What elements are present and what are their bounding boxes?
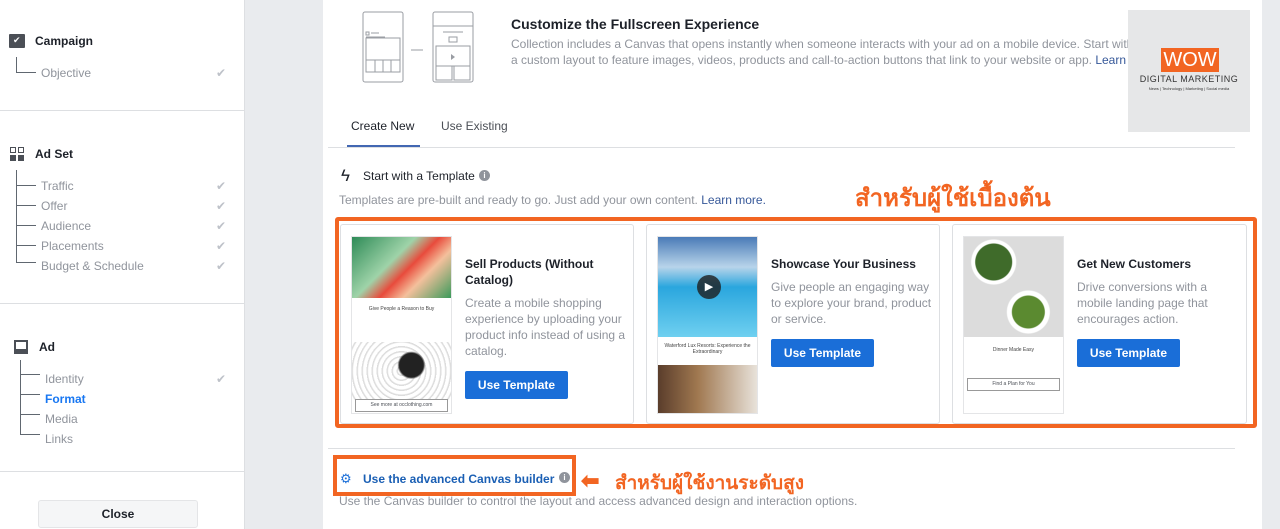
card-title: Get New Customers xyxy=(1077,257,1192,271)
template-desc-text: Templates are pre-built and ready to go.… xyxy=(339,193,698,207)
check-icon: ✔ xyxy=(216,372,227,386)
use-template-button[interactable]: Use Template xyxy=(465,371,568,399)
card-description: Drive conversions with a mobile landing … xyxy=(1077,280,1208,326)
template-card-get-new-customers: Dinner Made Easy Find a Plan for You Get… xyxy=(952,224,1247,424)
wow-logo: WOW DIGITAL MARKETING News | Technology … xyxy=(1128,10,1250,132)
tree-line xyxy=(20,360,21,434)
divider xyxy=(0,471,245,472)
tree-line xyxy=(16,170,17,263)
sidebar-item-traffic[interactable]: Traffic xyxy=(41,179,74,193)
campaign-icon: ✔ xyxy=(9,34,25,48)
page-title: Customize the Fullscreen Experience xyxy=(511,16,760,32)
section-title-campaign: Campaign xyxy=(35,34,94,48)
logo-line2: News | Technology | Marketing | Social m… xyxy=(1148,86,1230,91)
tab-create-new[interactable]: Create New xyxy=(351,119,414,133)
divider xyxy=(0,303,245,304)
template-thumbnail: Dinner Made Easy Find a Plan for You xyxy=(963,236,1064,414)
sidebar-item-format[interactable]: Format xyxy=(45,392,86,406)
sidebar-item-budget-schedule[interactable]: Budget & Schedule xyxy=(41,259,144,273)
header-desc-line: Collection includes a Canvas that opens … xyxy=(511,37,1134,51)
sidebar: ✔ Campaign Objective ✔ Ad Set Traffic Of… xyxy=(0,0,245,529)
advanced-description: Use the Canvas builder to control the la… xyxy=(339,494,858,508)
beginner-annotation: สำหรับผู้ใช้เบื้องต้น xyxy=(855,184,1051,212)
tree-line xyxy=(16,72,36,73)
thumb-title: Dinner Made Easy xyxy=(992,347,1035,353)
sidebar-item-offer[interactable]: Offer xyxy=(41,199,67,213)
check-icon: ✔ xyxy=(216,259,227,273)
info-icon[interactable]: i xyxy=(559,472,570,483)
tree-line xyxy=(16,57,17,73)
card-title: Showcase Your Business xyxy=(771,257,916,271)
logo-line1: DIGITAL MARKETING xyxy=(1139,74,1239,84)
canvas-illustration-icon xyxy=(362,11,474,83)
check-icon: ✔ xyxy=(216,199,227,213)
divider xyxy=(328,448,1235,449)
tab-use-existing[interactable]: Use Existing xyxy=(441,119,508,133)
sidebar-item-media[interactable]: Media xyxy=(45,412,78,426)
ad-set-grid-icon xyxy=(9,147,25,161)
section-title-ad-set: Ad Set xyxy=(35,147,74,161)
tree-line xyxy=(16,185,36,186)
template-card-sell-products: Give People a Reason to Buy See more at … xyxy=(340,224,634,424)
canvas-builder-icon: ⚙ xyxy=(340,471,352,486)
sidebar-item-identity[interactable]: Identity xyxy=(45,372,84,386)
card-description: Give people an engaging way to explore y… xyxy=(771,280,932,326)
sidebar-item-links[interactable]: Links xyxy=(45,432,73,446)
advanced-canvas-builder-link[interactable]: Use the advanced Canvas builder xyxy=(363,472,554,486)
template-section-desc: Templates are pre-built and ready to go.… xyxy=(339,193,766,207)
ad-icon xyxy=(14,340,28,354)
sidebar-item-objective[interactable]: Objective xyxy=(41,66,91,80)
tree-line xyxy=(16,225,36,226)
header-desc-line: a custom layout to feature images, video… xyxy=(511,53,1092,67)
template-thumbnail: ▶ Waterford Lux Resorts: Experience the … xyxy=(657,236,758,414)
tree-line xyxy=(16,205,36,206)
thumb-cta: See more at occlothing.com xyxy=(355,399,448,412)
sidebar-item-placements[interactable]: Placements xyxy=(41,239,104,253)
check-icon: ✔ xyxy=(216,179,227,193)
lightning-icon: ϟ xyxy=(341,166,350,185)
tree-line xyxy=(16,262,36,263)
thumb-title: Waterford Lux Resorts: Experience the Ex… xyxy=(664,343,751,355)
thumb-title: Give People a Reason to Buy xyxy=(368,306,435,312)
card-description: Create a mobile shopping experience by u… xyxy=(465,296,626,358)
card-title: Sell Products (Without Catalog) xyxy=(465,257,594,287)
header-description: Collection includes a Canvas that opens … xyxy=(511,36,1137,68)
tabs-divider xyxy=(328,147,1235,148)
template-thumbnail: Give People a Reason to Buy See more at … xyxy=(351,236,452,414)
logo-brand: WOW xyxy=(1161,48,1219,72)
info-icon[interactable]: i xyxy=(479,170,490,181)
tree-line xyxy=(20,374,40,375)
tree-line xyxy=(20,394,40,395)
use-template-button[interactable]: Use Template xyxy=(1077,339,1180,367)
tree-line xyxy=(16,245,36,246)
learn-link[interactable]: Learn xyxy=(1095,53,1126,67)
tree-line xyxy=(20,434,40,435)
tree-line xyxy=(20,414,40,415)
section-title-ad: Ad xyxy=(39,340,55,354)
thumb-cta: Find a Plan for You xyxy=(967,378,1060,391)
play-icon: ▶ xyxy=(697,275,721,299)
learn-more-link[interactable]: Learn more. xyxy=(701,193,766,207)
sidebar-item-audience[interactable]: Audience xyxy=(41,219,91,233)
check-icon: ✔ xyxy=(216,66,227,80)
use-template-button[interactable]: Use Template xyxy=(771,339,874,367)
template-card-showcase-business: ▶ Waterford Lux Resorts: Experience the … xyxy=(646,224,940,424)
main-panel: Customize the Fullscreen Experience Coll… xyxy=(323,0,1262,529)
check-icon: ✔ xyxy=(216,219,227,233)
divider xyxy=(0,110,245,111)
arrow-left-icon: ⬅ xyxy=(581,468,600,493)
template-section-title: Start with a Template xyxy=(363,169,475,183)
check-icon: ✔ xyxy=(216,239,227,253)
close-button[interactable]: Close xyxy=(38,500,198,528)
